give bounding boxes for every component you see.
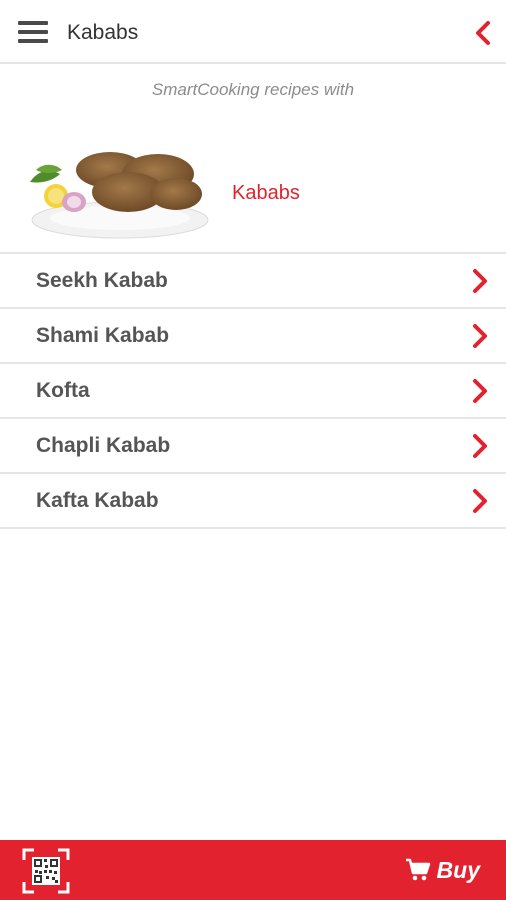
page-title: Kababs [67, 21, 139, 44]
category-header: Kababs [0, 130, 506, 254]
list-item[interactable]: Seekh Kabab [0, 254, 506, 309]
list-item-label: Chapli Kabab [36, 434, 171, 457]
cart-icon [405, 858, 430, 881]
chevron-right-icon [473, 489, 487, 513]
list-item[interactable]: Kofta [0, 364, 506, 419]
chevron-right-icon [473, 269, 487, 293]
kababs-dish-image [30, 152, 209, 239]
bottom-bar: Buy [0, 840, 506, 900]
app-bar: Kababs [0, 0, 506, 64]
recipe-list: Seekh Kabab Shami Kabab Kofta Chapli Kab… [0, 254, 506, 529]
list-item[interactable]: Kafta Kabab [0, 474, 506, 529]
tagline: SmartCooking recipes with [151, 80, 355, 99]
hamburger-menu-icon[interactable] [18, 21, 48, 45]
qr-code-icon[interactable] [22, 848, 70, 894]
list-item-label: Seekh Kabab [36, 269, 168, 292]
chevron-right-icon [473, 379, 487, 403]
category-label: Kababs [232, 182, 300, 204]
buy-label: Buy [436, 856, 480, 883]
list-item-label: Shami Kabab [36, 324, 170, 347]
chevron-right-icon [473, 324, 487, 348]
list-item[interactable]: Chapli Kabab [0, 419, 506, 474]
list-item-label: Kafta Kabab [36, 489, 159, 512]
chevron-left-icon[interactable] [472, 20, 494, 46]
list-item[interactable]: Shami Kabab [0, 309, 506, 364]
chevron-right-icon [473, 434, 487, 458]
buy-button[interactable]: Buy [405, 854, 480, 886]
list-item-label: Kofta [36, 379, 90, 402]
